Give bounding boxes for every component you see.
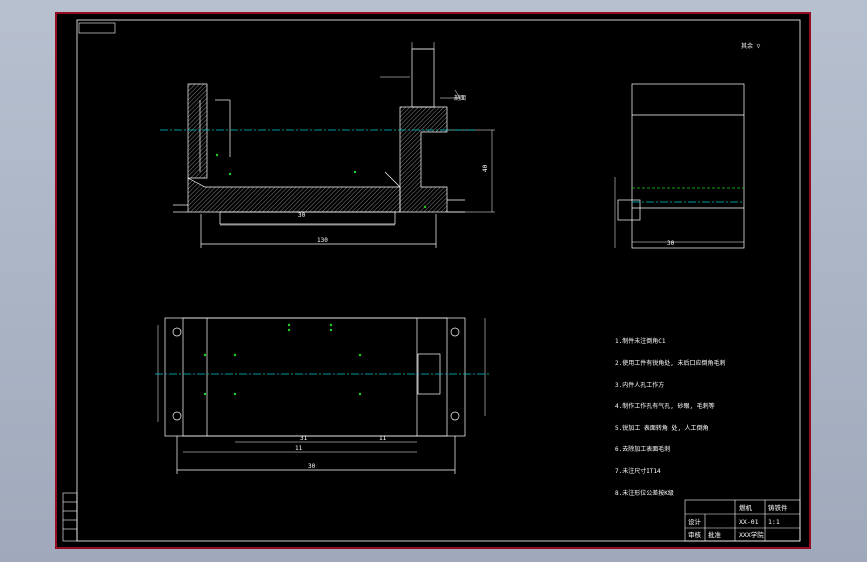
- plan-view: [157, 317, 486, 474]
- note-line: 8.未注形位公差按K级: [615, 489, 674, 497]
- note-line: 6.去除加工表面毛刺: [615, 446, 671, 454]
- top-left-box: [78, 22, 116, 34]
- title-name: 燃机: [739, 503, 753, 512]
- hatch-label: 剖面: [454, 94, 466, 102]
- dim-plan-offset: 31: [300, 435, 308, 442]
- dim-plan-small: 11: [379, 435, 387, 442]
- note-line: 2.使用工件有锐角处, 未后口应倒角毛刺: [615, 360, 726, 367]
- drawing-sheet[interactable]: 130 30 40 剖面 30 11 31 11 30 其余 ▽ 燃机 铸铁件 …: [55, 12, 811, 549]
- title-approver: 批准: [708, 530, 722, 539]
- title-material: 铸铁件: [768, 503, 788, 512]
- dim-front-width: 130: [317, 237, 328, 244]
- title-drawing-no: XX-01: [739, 518, 759, 526]
- title-designer: 设计: [688, 517, 702, 526]
- dim-front-inner: 30: [298, 212, 306, 219]
- title-scale: 1:1: [768, 518, 780, 526]
- dim-plan-overall: 30: [308, 463, 316, 470]
- left-revision-strip: [62, 492, 78, 542]
- technical-notes: 1.制件未注倒角C1 2.使用工件有锐角处, 未后口应倒角毛刺 3.内件人孔工作…: [615, 324, 725, 511]
- plan-dim-markers: [203, 323, 362, 396]
- side-view: [614, 83, 745, 249]
- title-company: XXX学院: [739, 530, 764, 539]
- note-line: 5.锐加工 表面转角 处, 人工倒角: [615, 424, 709, 432]
- front-section-view: [173, 42, 495, 248]
- title-checker: 审核: [688, 530, 702, 539]
- note-line: 7.未注尺寸IT14: [615, 467, 661, 475]
- dim-plan-inner: 11: [295, 445, 303, 452]
- note-line: 1.制件未注倒角C1: [615, 338, 666, 346]
- dim-front-height: 40: [482, 164, 489, 172]
- cad-viewport[interactable]: 130 30 40 剖面 30 11 31 11 30 其余 ▽ 燃机 铸铁件 …: [0, 0, 867, 562]
- roughness-mark: 其余 ▽: [741, 42, 761, 50]
- note-line: 4.制作工作孔有气孔, 砂眼, 毛刺等: [615, 403, 715, 411]
- note-line: 3.内件人孔工作方: [615, 381, 665, 389]
- dim-side-width: 30: [667, 240, 675, 247]
